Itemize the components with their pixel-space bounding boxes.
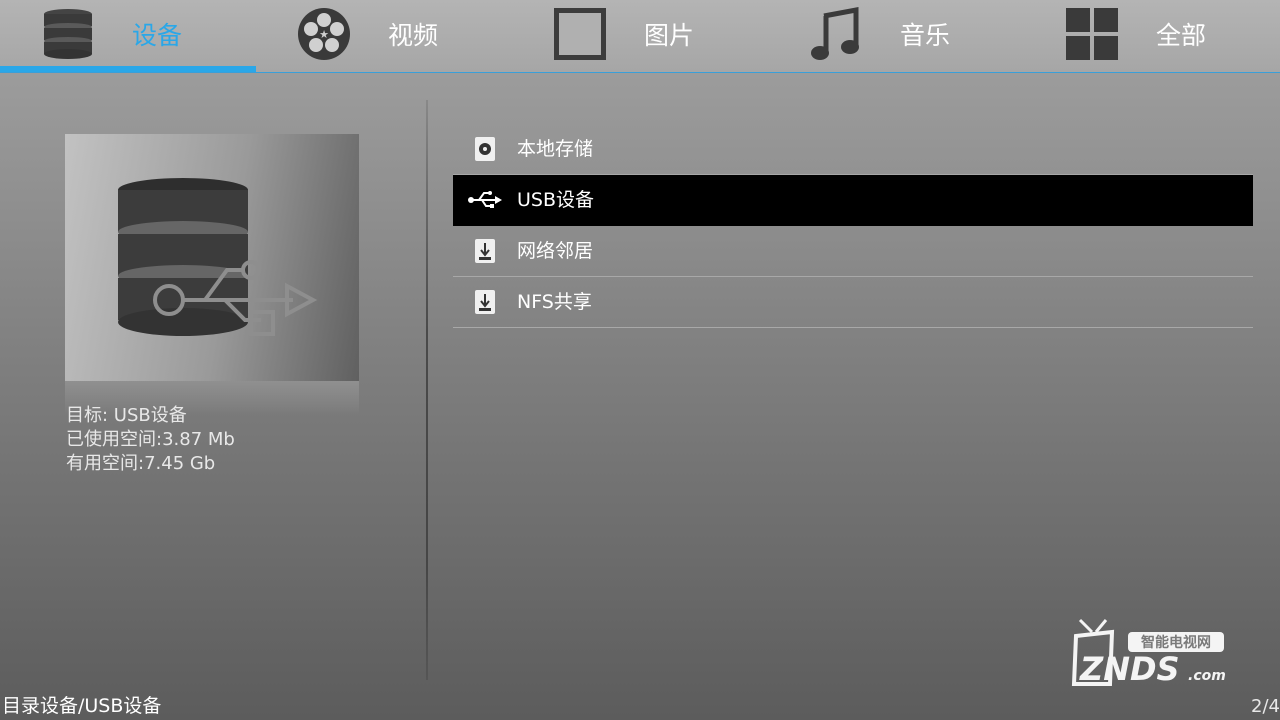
tab-label: 视频 [388, 21, 439, 50]
device-list: 本地存储 USB设备 网络邻居 NFS共享 [453, 124, 1253, 328]
list-item-label: USB设备 [517, 189, 595, 211]
device-preview [65, 134, 359, 381]
database-icon [44, 9, 92, 59]
tab-label: 音乐 [900, 21, 951, 50]
tab-all[interactable]: 全部 [1024, 0, 1280, 72]
svg-text:★: ★ [319, 28, 329, 41]
network-drive-icon [475, 239, 495, 263]
tab-label: 全部 [1156, 21, 1207, 50]
svg-text:ZNDS: ZNDS [1079, 650, 1180, 688]
tab-pictures[interactable]: 图片 [512, 0, 768, 72]
tab-video[interactable]: ★ 视频 [256, 0, 512, 72]
list-item-label: 网络邻居 [517, 240, 594, 262]
network-drive-icon [475, 290, 495, 314]
list-item-label: NFS共享 [517, 291, 592, 313]
grid-icon [1066, 8, 1118, 60]
local-storage-icon [475, 137, 495, 161]
page-indicator: 2/4 [1251, 696, 1280, 717]
active-tab-indicator [0, 66, 256, 72]
used-space-label: 已使用空间:3.87 Mb [66, 429, 235, 450]
top-nav: 设备 ★ 视频 图片 音乐 全部 [0, 0, 1280, 73]
tab-label: 图片 [644, 21, 695, 50]
target-label: 目标: USB设备 [66, 405, 187, 426]
list-item-label: 本地存储 [517, 138, 594, 160]
list-item-local-storage[interactable]: 本地存储 [453, 124, 1253, 175]
music-note-icon [811, 6, 859, 60]
tab-devices[interactable]: 设备 [0, 0, 256, 72]
free-space-label: 有用空间:7.45 Gb [66, 453, 216, 474]
usb-icon [468, 191, 502, 208]
svg-text:.com: .com [1188, 668, 1226, 684]
panel-divider [426, 100, 428, 680]
list-item-usb-device[interactable]: USB设备 [453, 175, 1253, 226]
list-item-network-neighborhood[interactable]: 网络邻居 [453, 226, 1253, 277]
svg-text:智能电视网: 智能电视网 [1140, 634, 1211, 651]
list-item-nfs-share[interactable]: NFS共享 [453, 277, 1253, 328]
film-reel-icon: ★ [298, 8, 350, 60]
znds-watermark-logo: 智能电视网 ZNDS .com [1071, 618, 1226, 688]
device-info: 目标: USB设备 已使用空间:3.87 Mb 有用空间:7.45 Gb [66, 404, 235, 476]
breadcrumb: 目录设备/USB设备 [2, 695, 162, 717]
tab-music[interactable]: 音乐 [768, 0, 1024, 72]
tab-label: 设备 [132, 21, 183, 50]
picture-frame-icon [554, 8, 606, 60]
usb-database-icon [118, 178, 318, 336]
